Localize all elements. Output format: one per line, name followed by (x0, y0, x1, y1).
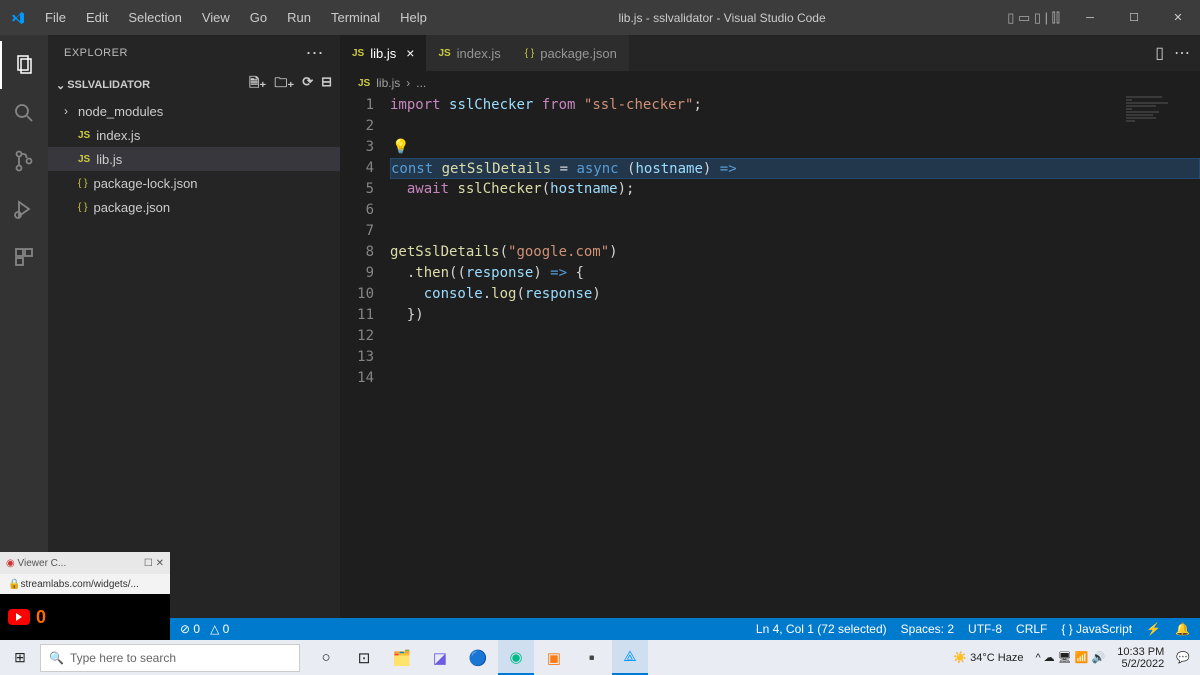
title-bar: FileEditSelectionViewGoRunTerminalHelp l… (0, 0, 1200, 35)
vscode-taskbar-icon[interactable]: ⟁ (612, 640, 648, 675)
more-icon[interactable]: ⋯ (306, 43, 325, 64)
menu-bar: FileEditSelectionViewGoRunTerminalHelp (35, 10, 437, 25)
sidebar-title: EXPLORER (64, 47, 128, 59)
file-index.js[interactable]: JSindex.js (48, 123, 340, 147)
sb-item[interactable]: Spaces: 2 (901, 622, 954, 636)
js-icon: JS (358, 78, 370, 89)
overlay-tab[interactable]: ◉ Viewer C... ☐ ✕ (0, 552, 170, 574)
start-button[interactable]: ⊞ (0, 649, 40, 666)
weather-widget[interactable]: ☀️ 34°C Haze (953, 651, 1023, 664)
browser-overlay: ◉ Viewer C... ☐ ✕ 🔒 streamlabs.com/widge… (0, 552, 170, 640)
sb-item[interactable]: ⚡ (1146, 622, 1161, 636)
breadcrumb[interactable]: JS lib.js › ... (340, 71, 1200, 95)
explorer-taskbar-icon[interactable]: 🗂️ (384, 640, 420, 675)
menu-edit[interactable]: Edit (76, 10, 118, 25)
sb-item[interactable]: △ 0 (210, 622, 229, 636)
file-node_modules[interactable]: › node_modules (48, 99, 340, 123)
overlay-url-bar[interactable]: 🔒 streamlabs.com/widgets/... (0, 574, 170, 594)
app-icon[interactable]: ◪ (422, 640, 458, 675)
split-editor-icon[interactable]: ▯ (1155, 43, 1164, 63)
minimap[interactable] (1126, 95, 1186, 195)
explorer-sidebar: EXPLORER ⋯ ⌄ SSLVALIDATOR 🗎₊ 🗀₊ ⟳ ⊟ › no… (48, 35, 340, 618)
file-lib.js[interactable]: JSlib.js (48, 147, 340, 171)
chrome-icon[interactable]: 🔵 (460, 640, 496, 675)
editor-tabs: JSlib.js×JSindex.js{ }package.json ▯ ⋯ (340, 35, 1200, 71)
window-title: lib.js - sslvalidator - Visual Studio Co… (437, 11, 1007, 25)
task-view-icon[interactable]: ○ (308, 640, 344, 675)
close-button[interactable]: ✕ (1156, 0, 1200, 35)
menu-go[interactable]: Go (240, 10, 277, 25)
menu-terminal[interactable]: Terminal (321, 10, 390, 25)
youtube-icon (8, 609, 30, 625)
tab-package.json[interactable]: { }package.json (513, 35, 629, 71)
minimize-button[interactable]: ─ (1068, 0, 1112, 35)
maximize-button[interactable]: ☐ (1112, 0, 1156, 35)
file-package.json[interactable]: { }package.json (48, 195, 340, 219)
lightbulb-icon[interactable]: 💡 (392, 137, 409, 158)
menu-selection[interactable]: Selection (118, 10, 191, 25)
sb-item[interactable]: 🔔 (1175, 622, 1190, 636)
explorer-icon[interactable] (0, 41, 48, 89)
taskbar: ⊞ 🔍 Type here to search ○ ⊡ 🗂️ ◪ 🔵 ◉ ▣ ▪… (0, 640, 1200, 675)
sb-item[interactable]: { } JavaScript (1061, 622, 1132, 636)
new-file-icon[interactable]: 🗎₊ (249, 74, 266, 96)
menu-run[interactable]: Run (277, 10, 321, 25)
menu-help[interactable]: Help (390, 10, 437, 25)
sb-item[interactable]: UTF-8 (968, 622, 1002, 636)
terminal-icon[interactable]: ▪️ (574, 640, 610, 675)
more-actions-icon[interactable]: ⋯ (1174, 43, 1190, 63)
cortana-icon[interactable]: ⊡ (346, 640, 382, 675)
close-tab-icon[interactable]: × (402, 45, 414, 61)
sb-item[interactable]: ⊘ 0 (180, 622, 200, 636)
run-debug-icon[interactable] (0, 185, 48, 233)
sb-item[interactable]: CRLF (1016, 622, 1047, 636)
editor-layout-icons[interactable]: ▯ ▭ ▯ | ⫿⫿ (1007, 10, 1068, 26)
app2-icon[interactable]: ◉ (498, 640, 534, 675)
search-icon[interactable] (0, 89, 48, 137)
taskbar-search[interactable]: 🔍 Type here to search (40, 644, 300, 672)
notifications-icon[interactable]: 💬 (1176, 651, 1190, 664)
sb-item[interactable]: Ln 4, Col 1 (72 selected) (756, 622, 887, 636)
tray-icons[interactable]: ^ ☁ 🖥 📶 🔊 (1035, 651, 1105, 664)
activity-bar (0, 35, 48, 618)
menu-file[interactable]: File (35, 10, 76, 25)
code-editor[interactable]: 1234567891011121314 import sslChecker fr… (340, 95, 1200, 618)
vscode-logo-icon (0, 10, 35, 26)
xampp-icon[interactable]: ▣ (536, 640, 572, 675)
folder-header[interactable]: ⌄ SSLVALIDATOR 🗎₊ 🗀₊ ⟳ ⊟ (48, 71, 340, 99)
file-tree: › node_modulesJSindex.jsJSlib.js{ }packa… (48, 99, 340, 219)
collapse-icon[interactable]: ⊟ (321, 74, 332, 96)
tab-lib.js[interactable]: JSlib.js× (340, 35, 426, 71)
source-control-icon[interactable] (0, 137, 48, 185)
file-package-lock.json[interactable]: { }package-lock.json (48, 171, 340, 195)
refresh-icon[interactable]: ⟳ (302, 74, 313, 96)
clock[interactable]: 10:33 PM 5/2/2022 (1117, 646, 1164, 670)
extensions-icon[interactable] (0, 233, 48, 281)
status-bar: ⊘ 0 △ 0 Ln 4, Col 1 (72 selected) Spaces: … (170, 618, 1200, 640)
tab-index.js[interactable]: JSindex.js (426, 35, 512, 71)
chevron-down-icon: ⌄ (56, 79, 65, 92)
new-folder-icon[interactable]: 🗀₊ (274, 74, 294, 96)
menu-view[interactable]: View (192, 10, 240, 25)
